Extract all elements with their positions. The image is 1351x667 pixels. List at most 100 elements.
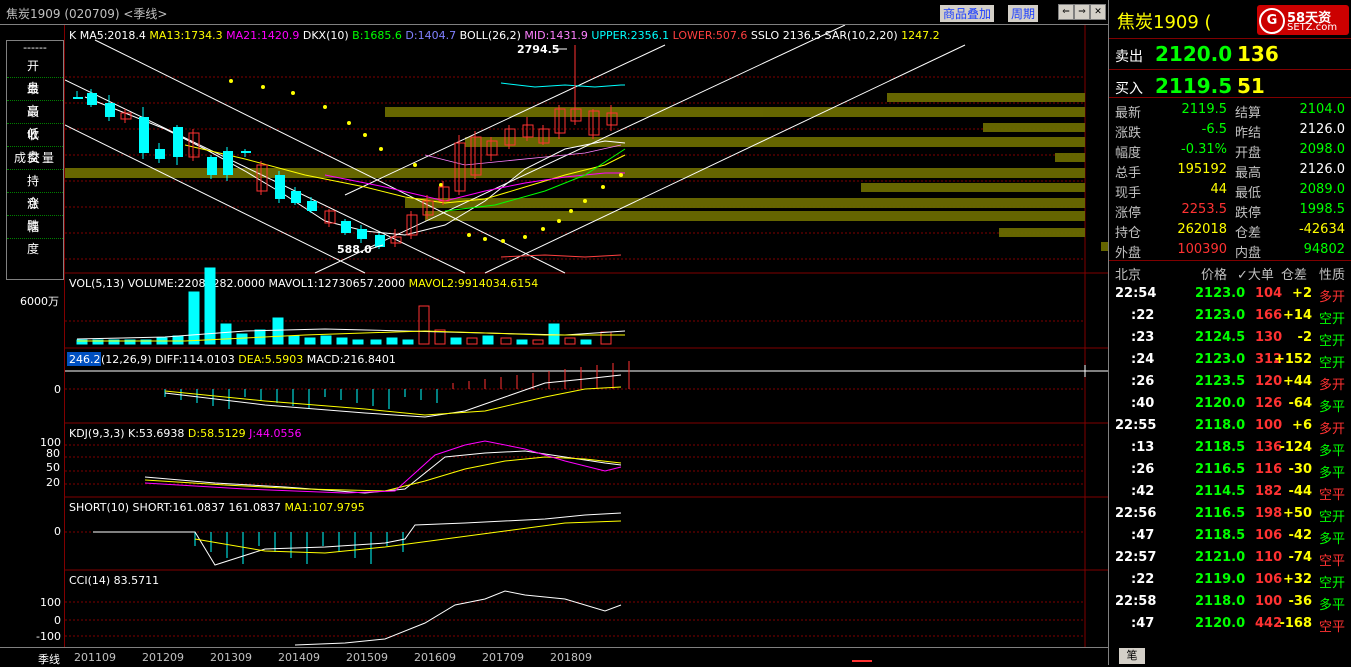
time-axis: 季线 201109 201209 201309 201409 201509 20… [0,647,1108,666]
kdj-tick-20: 20 [46,476,60,489]
stat-label: 总手 [1115,166,1142,181]
x-tick: 201809 [550,651,592,664]
tab-ticks[interactable]: 笔 [1119,648,1145,664]
tick-oi-change: +6 [1292,418,1312,433]
sar-dot [291,91,295,95]
stat-row: 现手 44 [1115,180,1227,201]
macd-indicator-header: (12,26,9) DIFF:114.0103 DEA:5.5903 MACD:… [101,353,396,366]
tick-row[interactable]: :40 2120.0 126 -64 多平 [1109,392,1351,415]
tick-time: 22:55 [1115,418,1157,433]
profile-bar [1055,153,1085,162]
tick-time: :22 [1131,572,1155,587]
tick-row[interactable]: :13 2118.5 136 -124 多平 [1109,436,1351,459]
kdj-tick-80: 80 [46,447,60,460]
indicator-value: MA13:1734.3 [146,29,223,42]
profile-bar [887,93,1085,102]
stat-value: 100390 [1177,242,1227,257]
candle-body [307,201,317,211]
sar-dot [583,199,587,203]
indicator-value: MAVOL2:9914034.6154 [405,277,538,290]
candle-body [87,93,97,105]
tick-row[interactable]: :26 2123.5 120 +44 多开 [1109,370,1351,393]
overlay-goods-link[interactable]: 商品叠加 [940,5,995,22]
tick-price: 2118.5 [1195,440,1246,455]
indicator-value: K:53.6938 [125,427,185,440]
chart-canvas[interactable]: 2794.5 588.0 K MA5:2018.4 MA13:1734.3 MA… [64,25,1109,647]
indicator-value: 83.5711 [110,574,159,587]
short-zero-label: 0 [54,525,61,538]
period-link[interactable]: 周期 [1008,5,1039,22]
tick-row[interactable]: 22:58 2118.0 100 -36 多平 [1109,590,1351,613]
tick-time: 22:54 [1115,286,1157,301]
close-button[interactable]: ✕ [1090,4,1106,20]
indicator-value: MA21:1420.9 [223,29,300,42]
sar-dot [601,185,605,189]
tick-row[interactable]: :23 2124.5 130 -2 空开 [1109,326,1351,349]
tick-volume: 110 [1255,550,1283,565]
tick-row[interactable]: :24 2123.0 312 +152 空开 [1109,348,1351,371]
bottom-tabs: 笔 [1109,647,1351,665]
tick-row[interactable]: :47 2118.5 106 -42 多平 [1109,524,1351,547]
indicator-value: DKX(10) [299,29,348,42]
tick-row[interactable]: :47 2120.0 442 -168 空平 [1109,612,1351,635]
stat-value: -42634 [1298,222,1345,237]
tick-row[interactable]: :22 2123.0 166 +14 空开 [1109,304,1351,327]
bid-volume: 51 [1237,74,1265,98]
stat-label: 外盘 [1115,246,1142,261]
volume-bar [304,337,316,345]
tick-time: :24 [1131,352,1155,367]
sar-dot [501,239,505,243]
indicator-value: DEA:5.5903 [235,353,303,366]
sar-dot [413,163,417,167]
candle-body [139,117,149,153]
ask-row[interactable]: 卖出 2120.0 136 [1109,40,1351,68]
j-line [144,440,622,494]
bid-row[interactable]: 买入 2119.5 51 [1109,72,1351,100]
zoom-out-button[interactable]: ⇐ [1058,4,1074,20]
kdj-lines [144,440,622,494]
candle-body [341,221,351,233]
tick-row[interactable]: :42 2114.5 182 -44 空平 [1109,480,1351,503]
stat-label: 仓差 [1235,226,1262,241]
profile-bar [405,198,1085,208]
main-indicator-header: K MA5:2018.4 MA13:1734.3 MA21:1420.9 DKX… [69,29,940,42]
indicator-value: MA5:2018.4 [76,29,146,42]
scroll-marker[interactable] [852,660,872,662]
tick-price: 2123.0 [1195,308,1246,323]
indicator-value: MAVOL1:12730657.2000 [265,277,405,290]
kdj-indicator-header: KDJ(9,3,3) K:53.6938 D:58.5129 J:44.0556 [69,427,302,440]
candle-body [375,235,385,247]
tick-price: 2116.5 [1195,462,1246,477]
candle-body [73,97,83,99]
sar-dot [541,227,545,231]
tick-row[interactable]: :22 2119.0 106 +32 空开 [1109,568,1351,591]
tick-oi-change: -168 [1279,616,1312,631]
macd-value-badge: 246.2 [69,353,101,366]
diff-line [164,374,622,418]
candle-body [291,191,301,203]
panel-dashes: ------ [23,41,47,54]
tick-header-time: 北京 [1115,268,1142,283]
tick-row[interactable]: 22:55 2118.0 100 +6 多开 [1109,414,1351,437]
candle-body [241,151,251,153]
indicator-value: MA1:107.9795 [281,501,365,514]
candle-body [357,229,367,239]
tick-volume: 182 [1255,484,1283,499]
sar-dot [323,105,327,109]
tick-row[interactable]: 22:54 2123.0 104 +2 多开 [1109,282,1351,305]
tick-row[interactable]: :26 2116.5 116 -30 多平 [1109,458,1351,481]
profile-bar [999,228,1085,237]
x-tick: 201409 [278,651,320,664]
stat-label: 最高 [1235,166,1262,181]
tick-time: :22 [1131,308,1155,323]
tick-volume: 126 [1255,396,1283,411]
zoom-in-button[interactable]: ⇒ [1074,4,1090,20]
tick-nature: 空开 [1319,312,1346,327]
tick-row[interactable]: 22:56 2116.5 198 +50 空开 [1109,502,1351,525]
tick-row[interactable]: 22:57 2121.0 110 -74 空平 [1109,546,1351,569]
tick-oi-change: -30 [1288,462,1313,477]
contract-name: 焦炭1909 ( [1117,12,1212,33]
candle-body [522,124,534,138]
d-line [144,456,622,492]
cci-indicator-header: CCI(14) 83.5711 [69,574,159,587]
